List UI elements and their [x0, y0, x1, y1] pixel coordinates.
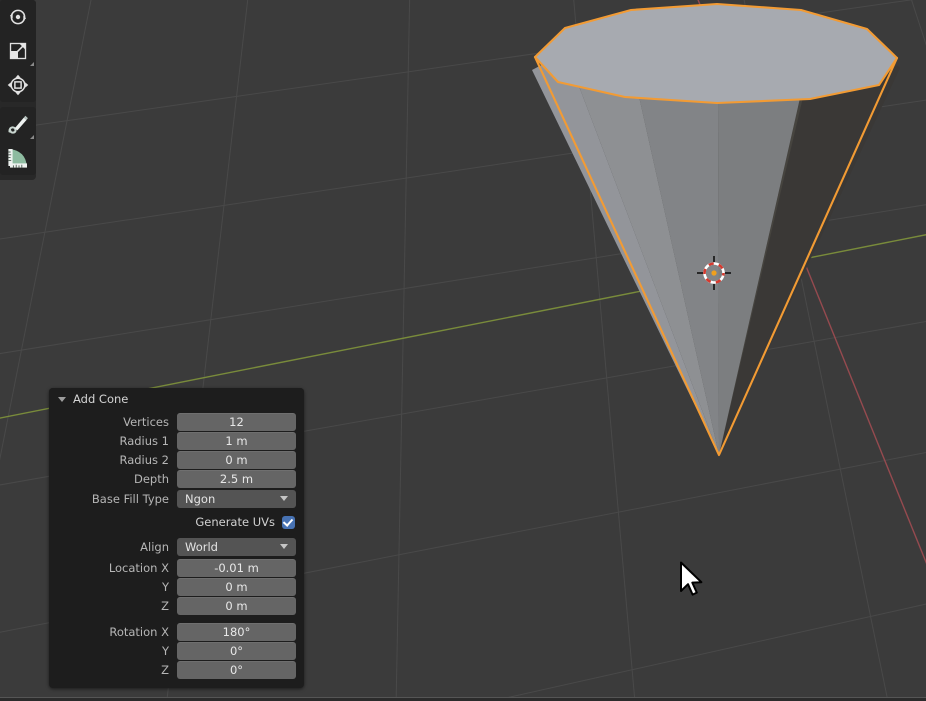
label-location-z: Z [161, 598, 169, 613]
field-row-location-z: Z 0 m [57, 596, 296, 615]
status-bar-strip [0, 697, 926, 701]
field-row-base-fill-type: Base Fill Type Ngon [57, 489, 296, 508]
label-radius-1: Radius 1 [119, 433, 169, 448]
dropdown-align-value: World [185, 539, 218, 554]
rotate-tool[interactable] [0, 0, 36, 34]
field-row-vertices: Vertices 12 [57, 412, 296, 431]
operator-panel-body: Vertices 12 Radius 1 1 m Radius 2 0 m De… [49, 410, 304, 682]
field-row-location-y: Y 0 m [57, 577, 296, 596]
label-vertices: Vertices [123, 414, 169, 429]
label-base-fill-type: Base Fill Type [91, 491, 169, 506]
tool-group-transform [0, 0, 36, 102]
annotate-pencil-icon [8, 115, 28, 134]
dropdown-align[interactable]: World [177, 537, 296, 556]
field-row-radius-1: Radius 1 1 m [57, 431, 296, 450]
chevron-down-icon [280, 496, 288, 501]
blender-window: Add Cone Vertices 12 Radius 1 1 m Radius… [0, 0, 926, 701]
label-generate-uvs: Generate UVs [195, 515, 275, 529]
input-radius-1[interactable]: 1 m [177, 431, 296, 450]
field-row-location-x: Location X -0.01 m [57, 558, 296, 577]
field-group-divider [57, 616, 296, 623]
field-row-rotation-z: Z 0° [57, 660, 296, 679]
transform-icon [7, 74, 29, 96]
operator-redo-panel[interactable]: Add Cone Vertices 12 Radius 1 1 m Radius… [49, 388, 304, 688]
input-location-y[interactable]: 0 m [177, 577, 296, 596]
field-row-rotation-x: Rotation X 180° [57, 622, 296, 641]
dropdown-base-fill-type[interactable]: Ngon [177, 489, 296, 508]
label-radius-2: Radius 2 [119, 452, 169, 467]
label-location-y: Y [161, 579, 169, 594]
scale-icon [9, 42, 27, 60]
input-location-z[interactable]: 0 m [177, 596, 296, 615]
input-rotation-y[interactable]: 0° [177, 641, 296, 660]
field-row-align: Align World [57, 537, 296, 556]
triangle-down-icon[interactable] [58, 396, 66, 402]
input-depth[interactable]: 2.5 m [177, 469, 296, 488]
operator-panel-title: Add Cone [73, 392, 129, 406]
tool-submenu-indicator[interactable] [30, 62, 34, 66]
dropdown-base-fill-type-value: Ngon [185, 491, 216, 506]
label-location-x: Location X [108, 560, 169, 575]
label-rotation-y: Y [161, 643, 169, 658]
checkbox-generate-uvs[interactable] [282, 515, 295, 529]
label-rotation-z: Z [161, 662, 169, 677]
input-rotation-x[interactable]: 180° [177, 622, 296, 641]
input-location-x[interactable]: -0.01 m [177, 558, 296, 577]
field-row-rotation-y: Y 0° [57, 641, 296, 660]
field-row-radius-2: Radius 2 0 m [57, 450, 296, 469]
field-row-depth: Depth 2.5 m [57, 469, 296, 488]
measure-ruler-icon [8, 149, 27, 168]
label-rotation-x: Rotation X [109, 624, 169, 639]
measure-tool[interactable] [0, 141, 36, 175]
operator-panel-header[interactable]: Add Cone [49, 388, 304, 410]
input-vertices[interactable]: 12 [177, 412, 296, 431]
tool-submenu-indicator[interactable] [30, 135, 34, 139]
field-row-generate-uvs: Generate UVs [57, 513, 296, 531]
input-rotation-z[interactable]: 0° [177, 660, 296, 679]
scale-tool[interactable] [0, 34, 36, 68]
annotate-tool[interactable] [0, 107, 36, 141]
label-depth: Depth [133, 471, 169, 486]
label-align: Align [140, 539, 169, 554]
tool-group-annotate [0, 107, 36, 175]
input-radius-2[interactable]: 0 m [177, 450, 296, 469]
chevron-down-icon [280, 544, 288, 549]
transform-tool[interactable] [0, 68, 36, 102]
viewport-toolbar [0, 0, 36, 180]
rotate-icon [9, 9, 27, 25]
